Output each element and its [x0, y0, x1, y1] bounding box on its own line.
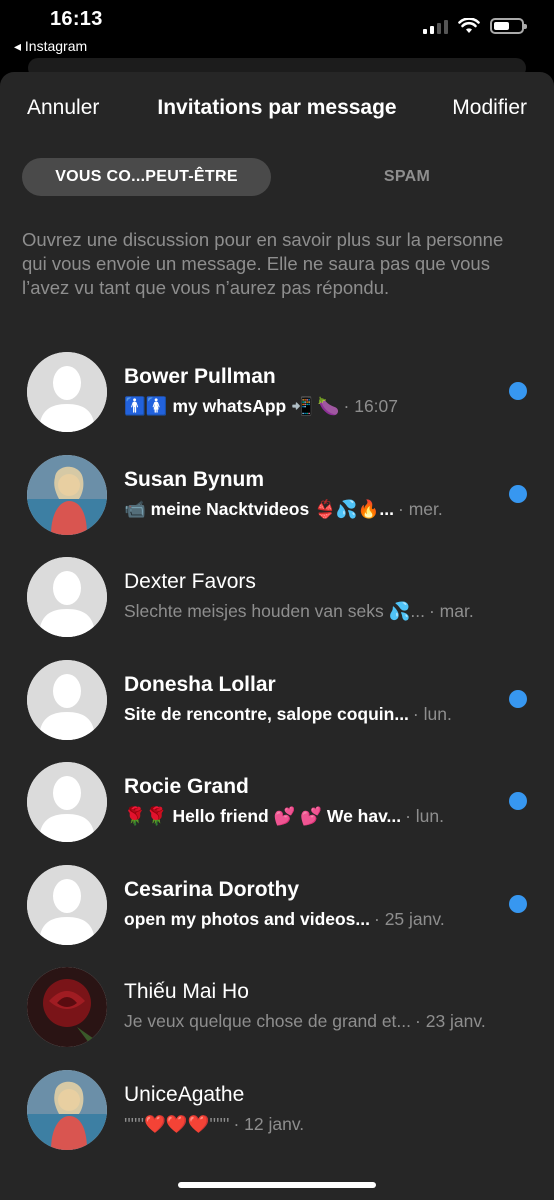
info-text: Ouvrez une discussion pour en savoir plu…	[22, 229, 504, 298]
message-preview: open my photos and videos...	[124, 908, 370, 929]
message-preview: Slechte meisjes houden van seks 💦...	[124, 601, 425, 621]
message-preview-line: 🚹🚺 my whatsApp 📲 🍆 · 16:07	[124, 396, 402, 417]
message-time: · 12 janv.	[233, 1113, 305, 1134]
message-preview: Je veux quelque chose de grand et...	[124, 1011, 412, 1031]
sender-name: Thiếu Mai Ho	[124, 980, 249, 1003]
nav-bar: Invitations par message Annuler Modifier	[0, 96, 554, 124]
sender-name: Rocie Grand	[124, 775, 249, 798]
home-indicator[interactable]	[178, 1182, 376, 1188]
sender-name: UniceAgathe	[124, 1082, 245, 1106]
status-time: 16:13	[50, 8, 103, 30]
message-time: · lun.	[412, 703, 452, 724]
request-list: Bower Pullman 🚹🚺 my whatsApp 📲 🍆 · 16:07 Su…	[0, 350, 554, 1170]
message-preview: ''''''❤️❤️❤️''''''	[124, 1113, 230, 1134]
message-time: · 23 janv.	[415, 1011, 486, 1031]
request-row[interactable]: Donesha Lollar Site de rencontre, salope …	[0, 658, 554, 761]
message-preview-line: Je veux quelque chose de grand et... · 23…	[124, 1011, 490, 1032]
default-avatar-icon	[27, 864, 107, 945]
message-preview-line: Slechte meisjes houden van seks 💦... · ma…	[124, 601, 478, 622]
battery-icon	[490, 18, 527, 34]
back-to-instagram-link[interactable]: ◂ Instagram	[14, 38, 87, 55]
cellular-signal-icon	[423, 18, 448, 34]
default-avatar-icon	[27, 557, 107, 637]
request-row[interactable]: Dexter Favors Slechte meisjes houden van …	[0, 555, 554, 658]
message-time: · lun.	[405, 806, 445, 826]
sender-name: Donesha Lollar	[124, 672, 276, 696]
tab-spam[interactable]: SPAM	[282, 158, 532, 196]
message-preview-line: 🌹🌹 Hello friend 💕 💕 We hav... · lun.	[124, 806, 448, 827]
avatar[interactable]	[27, 659, 107, 740]
default-avatar-icon	[27, 659, 107, 740]
sender-name: Cesarina Dorothy	[124, 877, 300, 901]
message-preview: Site de rencontre, salope coquin...	[124, 703, 409, 724]
edit-button[interactable]: Modifier	[452, 96, 527, 120]
message-preview-line: 📹 meine Nacktvideos 👙💦🔥... · mer.	[124, 499, 447, 520]
user-photo-icon	[27, 454, 107, 535]
request-row[interactable]: Bower Pullman 🚹🚺 my whatsApp 📲 🍆 · 16:07	[0, 350, 554, 453]
avatar[interactable]	[27, 967, 107, 1047]
message-requests-sheet: Invitations par message Annuler Modifier…	[0, 72, 554, 1200]
request-row[interactable]: Cesarina Dorothy open my photos and video…	[0, 863, 554, 966]
message-preview-line: Site de rencontre, salope coquin... · lun…	[124, 704, 456, 725]
unread-indicator	[509, 792, 527, 810]
avatar[interactable]	[27, 454, 107, 535]
default-avatar-icon	[27, 352, 107, 432]
message-preview: 🚹🚺 my whatsApp 📲 🍆	[124, 396, 340, 416]
avatar[interactable]	[27, 864, 107, 945]
status-icons	[423, 18, 527, 34]
sender-name: Dexter Favors	[124, 570, 256, 593]
request-row[interactable]: UniceAgathe ''''''❤️❤️❤️'''''' · 12 janv.	[0, 1068, 554, 1171]
message-preview: 📹 meine Nacktvideos 👙💦🔥...	[124, 498, 395, 519]
tab-you-may-know[interactable]: VOUS CO...PEUT-ÊTRE	[22, 158, 271, 196]
unread-indicator	[509, 484, 527, 503]
request-tabs: VOUS CO...PEUT-ÊTRE SPAM	[22, 158, 532, 196]
wifi-icon	[458, 18, 480, 33]
message-time: · 25 janv.	[374, 908, 445, 929]
unread-indicator	[509, 382, 527, 400]
avatar[interactable]	[27, 352, 107, 432]
user-photo-icon	[27, 1069, 107, 1150]
default-avatar-icon	[27, 762, 107, 842]
request-row[interactable]: Thiếu Mai Ho Je veux quelque chose de gra…	[0, 965, 554, 1068]
request-row[interactable]: Rocie Grand 🌹🌹 Hello friend 💕 💕 We hav...…	[0, 760, 554, 863]
sender-name: Bower Pullman	[124, 365, 276, 388]
avatar[interactable]	[27, 1069, 107, 1150]
rose-photo-icon	[27, 967, 107, 1047]
cancel-button[interactable]: Annuler	[27, 96, 99, 120]
message-time: · mer.	[398, 498, 443, 519]
unread-indicator	[509, 689, 527, 708]
message-time: · mar.	[428, 601, 474, 621]
avatar[interactable]	[27, 762, 107, 842]
unread-indicator	[509, 894, 527, 913]
message-time: · 16:07	[343, 396, 398, 416]
message-preview-line: ''''''❤️❤️❤️'''''' · 12 janv.	[124, 1114, 308, 1135]
request-row[interactable]: Susan Bynum 📹 meine Nacktvideos 👙💦🔥... · m…	[0, 453, 554, 556]
avatar[interactable]	[27, 557, 107, 637]
message-preview: 🌹🌹 Hello friend 💕 💕 We hav...	[124, 806, 402, 826]
message-preview-line: open my photos and videos... · 25 janv.	[124, 909, 449, 930]
status-bar: 16:13 ◂ Instagram	[0, 0, 554, 66]
sender-name: Susan Bynum	[124, 467, 265, 491]
